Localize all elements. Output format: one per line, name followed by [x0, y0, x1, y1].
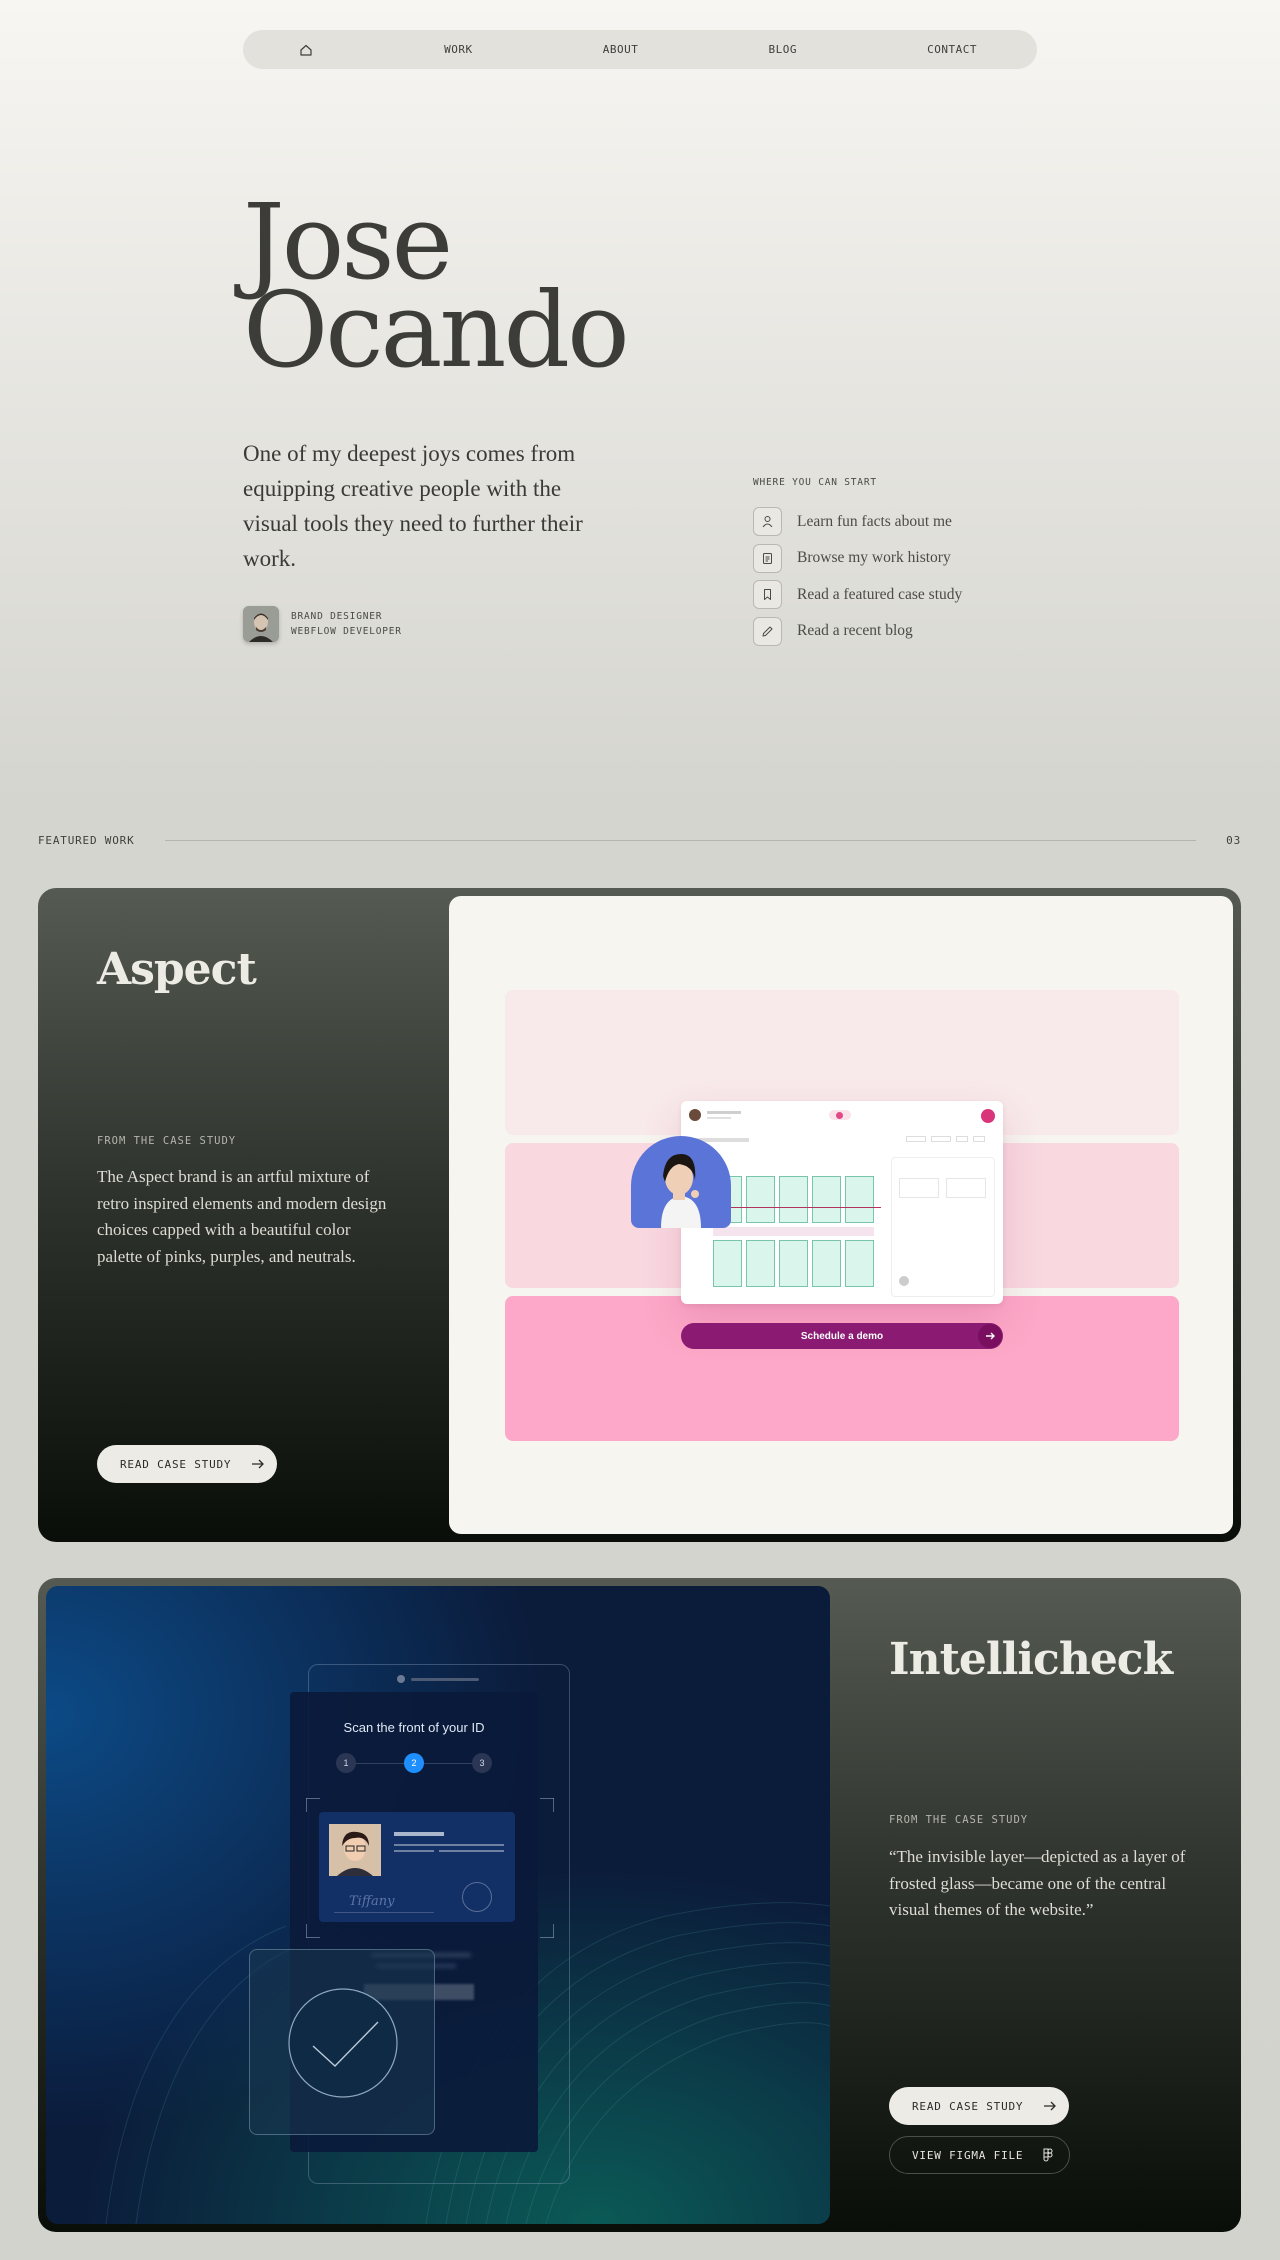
- id-card: Tiffany: [319, 1812, 515, 1922]
- arrow-right-icon: [252, 1459, 265, 1469]
- where-to-start: WHERE YOU CAN START Learn fun facts abou…: [753, 477, 962, 653]
- demo-button-label: Schedule a demo: [800, 1330, 884, 1342]
- start-item-label: Browse my work history: [797, 549, 951, 566]
- project-title: Intellicheck: [889, 1634, 1173, 1685]
- home-icon: [300, 44, 312, 56]
- intellicheck-preview-image: Scan the front of your ID 1 2 3 Tiffany: [46, 1586, 830, 2224]
- pink-band-strong: [505, 1296, 1179, 1441]
- person-icon: [753, 507, 782, 536]
- frosted-glass-card: [249, 1949, 435, 2135]
- start-item-label: Learn fun facts about me: [797, 512, 952, 530]
- project-title: Aspect: [97, 944, 257, 995]
- document-icon: [753, 543, 782, 573]
- start-item-fun-facts[interactable]: Learn fun facts about me: [753, 507, 962, 536]
- arrow-right-icon: [1044, 2101, 1057, 2111]
- top-nav: WORK ABOUT BLOG CONTACT: [243, 30, 1037, 69]
- read-case-study-button[interactable]: READ CASE STUDY: [97, 1445, 278, 1483]
- id-signature: Tiffany: [349, 1894, 395, 1909]
- author-roles: BRAND DESIGNER WEBFLOW DEVELOPER: [291, 609, 402, 639]
- view-figma-file-button[interactable]: VIEW FIGMA FILE: [889, 2136, 1071, 2174]
- project-card-aspect: Aspect FROM THE CASE STUDY The Aspect br…: [38, 888, 1241, 1542]
- button-label: READ CASE STUDY: [120, 1457, 232, 1471]
- home-link[interactable]: [298, 42, 314, 58]
- checkmark-icon: [288, 1988, 398, 2098]
- button-label: VIEW FIGMA FILE: [912, 2148, 1024, 2162]
- nav-about[interactable]: ABOUT: [603, 43, 639, 56]
- bookmark-icon: [753, 580, 782, 609]
- role-brand-designer: BRAND DESIGNER: [291, 611, 383, 622]
- project-description: The Aspect brand is an artful mixture of…: [97, 1167, 387, 1266]
- figma-icon: [1043, 2148, 1053, 2162]
- arrow-right-icon: [978, 1324, 1002, 1348]
- nav-work[interactable]: WORK: [444, 43, 473, 56]
- featured-work-count: 03: [1226, 834, 1241, 847]
- step-three: 3: [472, 1753, 492, 1773]
- role-webflow-developer: WEBFLOW DEVELOPER: [291, 626, 402, 637]
- start-item-case-study[interactable]: Read a featured case study: [753, 580, 962, 609]
- project-eyebrow: FROM THE CASE STUDY: [889, 1814, 1029, 1826]
- project-description: “The invisible layer—depicted as a layer…: [889, 1847, 1186, 1919]
- read-case-study-button[interactable]: READ CASE STUDY: [889, 2087, 1070, 2125]
- step-two: 2: [404, 1753, 424, 1773]
- project-eyebrow: FROM THE CASE STUDY: [97, 1135, 237, 1147]
- start-item-label: Read a featured case study: [797, 585, 963, 603]
- author-badge: BRAND DESIGNER WEBFLOW DEVELOPER: [243, 606, 402, 642]
- pencil-icon: [753, 616, 782, 646]
- start-item-blog[interactable]: Read a recent blog: [753, 616, 962, 646]
- aspect-preview-image: Schedule a demo: [449, 896, 1233, 1534]
- schedule-demo-button: Schedule a demo: [681, 1323, 1003, 1349]
- nav-contact[interactable]: CONTACT: [927, 43, 977, 56]
- start-item-label: Read a recent blog: [797, 622, 913, 639]
- start-title: WHERE YOU CAN START: [753, 477, 877, 488]
- button-label: READ CASE STUDY: [912, 2099, 1024, 2113]
- featured-work-label: FEATURED WORK: [38, 834, 135, 847]
- hero-name: Jose Ocando: [243, 190, 630, 391]
- hero-last-name: Ocando: [243, 269, 630, 391]
- featured-work-header: FEATURED WORK 03: [38, 834, 1241, 847]
- step-one: 1: [336, 1753, 356, 1773]
- start-item-work-history[interactable]: Browse my work history: [753, 543, 962, 573]
- avatar: [243, 606, 279, 642]
- hero-intro: One of my deepest joys comes from equipp…: [243, 441, 583, 571]
- project-card-intellicheck: Scan the front of your ID 1 2 3 Tiffany: [38, 1578, 1241, 2232]
- scan-heading: Scan the front of your ID: [343, 1720, 485, 1735]
- divider: [164, 840, 1197, 841]
- person-portrait: [631, 1136, 731, 1228]
- nav-blog[interactable]: BLOG: [769, 43, 798, 56]
